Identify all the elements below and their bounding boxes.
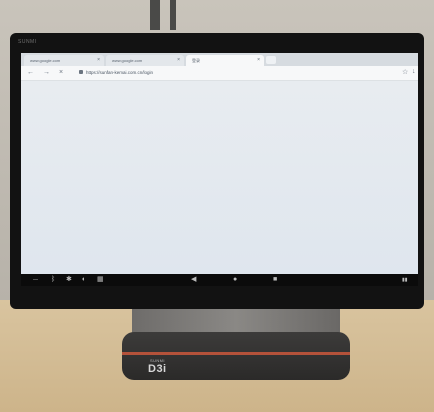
settings-icon[interactable]: ✱: [66, 275, 72, 285]
tab-label: 登录: [192, 58, 200, 63]
close-icon[interactable]: ×: [59, 69, 63, 76]
base-brand: D3i: [148, 363, 167, 375]
tab-label: www.google.com: [30, 58, 61, 63]
arrow-right-icon[interactable]: →: [43, 69, 50, 76]
cable: [150, 0, 160, 30]
photo-scene: SUNMI www.google.com × www.google.com × …: [0, 0, 434, 412]
android-navigation-bar: — ᛒ ✱ ◖ ▦ ◀ ● ■ ▮▮: [21, 274, 418, 286]
base-accent-stripe: [122, 352, 350, 355]
new-tab-button[interactable]: [266, 56, 276, 64]
status-dash-icon: —: [33, 277, 38, 283]
screenshot-icon[interactable]: ▦: [97, 275, 104, 285]
blank-page-content: [21, 81, 418, 274]
browser-tab[interactable]: www.google.com ×: [24, 55, 104, 66]
close-icon[interactable]: ×: [97, 55, 100, 66]
home-icon[interactable]: ●: [233, 275, 237, 285]
device-screen: www.google.com × www.google.com × 登录 × ←…: [21, 53, 418, 286]
arrow-left-icon[interactable]: ←: [27, 69, 34, 76]
recents-icon[interactable]: ■: [273, 275, 277, 285]
star-icon[interactable]: ☆: [402, 68, 408, 76]
url-text: https://sunfan-kemai.com.cn/login: [86, 70, 154, 75]
browser-tabstrip: www.google.com × www.google.com × 登录 ×: [21, 53, 418, 66]
browser-tab[interactable]: www.google.com ×: [106, 55, 184, 66]
download-icon[interactable]: ↓: [412, 68, 416, 75]
lock-icon: [79, 70, 83, 74]
close-icon[interactable]: ×: [177, 55, 180, 66]
status-icons: ▮▮: [402, 277, 408, 283]
close-icon[interactable]: ×: [257, 55, 260, 66]
browser-toolbar: ← → × https://sunfan-kemai.com.cn/login …: [21, 66, 418, 81]
bluetooth-icon[interactable]: ᛒ: [51, 275, 55, 285]
cable: [170, 0, 176, 30]
back-icon[interactable]: ◀: [191, 275, 196, 285]
browser-tab-active[interactable]: 登录 ×: [186, 55, 264, 66]
tab-label: www.google.com: [112, 58, 143, 63]
address-bar[interactable]: https://sunfan-kemai.com.cn/login: [79, 68, 153, 77]
volume-icon[interactable]: ◖: [81, 275, 85, 285]
bezel-brand: SUNMI: [18, 39, 37, 45]
